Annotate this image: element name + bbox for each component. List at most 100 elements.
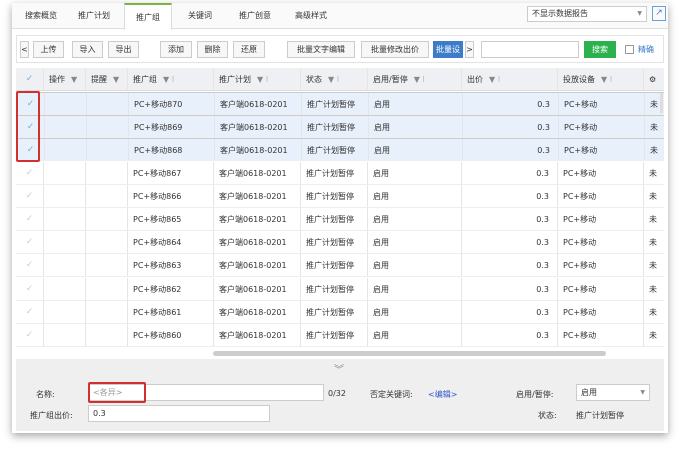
cell-device: PC+移动 [558,184,644,207]
column-header[interactable]: 推广计划 ▼ ⁝ [214,68,301,90]
cell-bid: 0.3 [463,93,559,114]
column-label: 提醒 [91,75,107,84]
table-row[interactable]: ✓ PC+移动865 客户端0618-0201 推广计划暂停 启用 0.3 PC+移动未 [16,208,664,231]
toolbar-prev-button[interactable]: < [20,41,29,58]
table-row[interactable]: ✓ PC+移动861 客户端0618-0201 推广计划暂停 启用 0.3 PC+移动未 [16,300,664,324]
tab-5[interactable]: 高级样式 [286,3,336,29]
row-checkbox[interactable]: ✓ [16,208,44,230]
name-highlight [88,382,146,403]
row-checkbox[interactable]: ✓ [16,231,44,254]
cell-status: 推广计划暂停 [301,324,368,346]
filter-icon[interactable]: ▼ ⁝ [601,75,612,84]
column-header[interactable]: 投放设备 ▼ ⁝ [558,68,644,90]
cell-empty [45,139,87,161]
filter-icon[interactable]: ▼ ⁝ [489,75,500,84]
cell-enabled: 启用 [369,116,463,138]
cell-empty [86,277,128,300]
cell-status: 推广计划暂停 [302,93,369,114]
filter-icon[interactable]: ▼ ⁝ [328,75,339,84]
table-row[interactable]: ✓ PC+移动864 客户端0618-0201 推广计划暂停 启用 0.3 PC+移动未 [16,231,664,255]
cell-group: PC+移动868 [129,139,215,161]
table-row[interactable]: ✓ PC+移动869 客户端0618-0201 推广计划暂停 启用 0.3 PC+移动未 [16,115,664,139]
cell-empty [87,116,129,138]
column-header[interactable]: 状态 ▼ ⁝ [301,68,368,90]
tab-4[interactable]: 推广创意 [227,3,283,29]
table-row[interactable]: ✓ PC+移动866 客户端0618-0201 推广计划暂停 启用 0.3 PC+移动未 [16,184,664,208]
add-button[interactable]: 添加 [160,41,192,58]
tab-2[interactable]: 推广组 [124,3,172,30]
precise-checkbox[interactable] [625,45,634,54]
table-row[interactable]: ✓ PC+移动863 客户端0618-0201 推广计划暂停 启用 0.3 PC+移动未 [16,254,664,278]
row-checkbox[interactable]: ✓ [16,277,44,300]
horizontal-scrollbar[interactable] [213,351,606,356]
export-icon[interactable]: ↗ [652,6,666,21]
cell-device: PC+移动 [559,93,645,114]
cell-empty [86,161,128,184]
vertical-scrollbar[interactable] [660,93,663,113]
upload-button[interactable]: 上传 [33,41,64,58]
table-row[interactable]: ✓ PC+移动860 客户端0618-0201 推广计划暂停 启用 0.3 PC+移动未 [16,324,664,347]
import-button[interactable]: 导入 [72,41,103,58]
table-row[interactable]: ✓ PC+移动862 客户端0618-0201 推广计划暂停 启用 0.3 PC+移动未 [16,277,664,301]
table-row[interactable]: ✓ PC+移动867 客户端0618-0201 推广计划暂停 启用 0.3 PC+移动未 [16,161,664,185]
toolbar-next-button[interactable]: > [465,41,474,58]
status-label: 状态: [538,411,557,420]
cell-bid: 0.3 [463,116,559,138]
chevron-down-icon: ▼ [640,389,645,396]
tab-1[interactable]: 推广计划 [66,3,122,29]
report-select[interactable]: 不显示数据报告 ▼ [527,6,647,22]
row-checkbox[interactable]: ✓ [16,300,44,323]
batch-more-button[interactable]: 批量设 [433,41,463,58]
bid-input[interactable]: 0.3 [88,405,270,422]
cell-device: PC+移动 [558,324,644,346]
delete-button[interactable]: 删除 [197,41,228,58]
column-header[interactable]: 启用/暂停 ▼ ⁝ [368,68,462,90]
negative-keyword-edit-link[interactable]: <编辑> [428,389,457,400]
filter-icon[interactable]: ▼ ⁝ [414,75,425,84]
cell-device: PC+移动 [558,208,644,230]
cell-empty [45,93,87,114]
cell-extra: 未 [644,254,664,276]
filter-icon[interactable]: ▼ ⁝ [163,75,174,84]
cell-group: PC+移动869 [129,116,215,138]
row-checkbox[interactable]: ✓ [16,254,44,277]
row-checkbox[interactable]: ✓ [16,161,44,184]
batch-text-edit-button[interactable]: 批量文字编辑 [287,41,355,58]
column-header[interactable]: 操作 ▼ [44,68,86,90]
cell-empty [87,93,129,114]
column-header[interactable]: 提醒 ▼ [86,68,128,90]
edit-panel: ︾ 名称: <各异> 0/32 否定关键词: <编辑> 启用/暂停: 启用 ▼ 推… [16,359,664,431]
search-input[interactable] [481,41,579,58]
column-label: 状态 [306,75,322,84]
cell-status: 推广计划暂停 [302,139,369,161]
table-row[interactable]: ✓ PC+移动868 客户端0618-0201 推广计划暂停 启用 0.3 PC+移动未 [16,138,664,162]
tab-3[interactable]: 关键词 [178,3,222,29]
export-button[interactable]: 导出 [108,41,139,58]
filter-icon[interactable]: ▼ [113,75,119,84]
cell-plan: 客户端0618-0201 [214,161,301,184]
cell-group: PC+移动864 [128,231,214,254]
restore-button[interactable]: 还原 [233,41,265,58]
filter-icon[interactable]: ▼ ⁝ [257,75,268,84]
filter-icon[interactable]: ▼ [71,75,77,84]
select-all-checkbox[interactable]: ✓ [16,68,44,90]
cell-status: 推广计划暂停 [302,116,369,138]
cell-plan: 客户端0618-0201 [215,139,302,161]
row-checkbox[interactable]: ✓ [16,184,44,207]
row-checkbox[interactable]: ✓ [16,324,44,346]
enable-select[interactable]: 启用 ▼ [576,384,650,401]
cell-group: PC+移动867 [128,161,214,184]
search-button[interactable]: 搜索 [584,41,616,58]
cell-enabled: 启用 [368,300,462,323]
column-label: 操作 [49,75,65,84]
table-row[interactable]: ✓ PC+移动870 客户端0618-0201 推广计划暂停 启用 0.3 PC+移动未 [16,92,664,115]
column-header[interactable]: 出价 ▼ ⁝ [462,68,558,90]
cell-extra: 未 [644,301,664,323]
settings-icon[interactable]: ⚙ [644,68,664,90]
collapse-icon[interactable]: ︾ [334,361,344,376]
cell-empty [44,277,86,300]
column-header[interactable]: 推广组 ▼ ⁝ [128,68,214,90]
tab-0[interactable]: 搜索概览 [18,3,64,29]
status-value: 推广计划暂停 [576,411,624,420]
batch-bid-button[interactable]: 批量修改出价 [361,41,429,58]
